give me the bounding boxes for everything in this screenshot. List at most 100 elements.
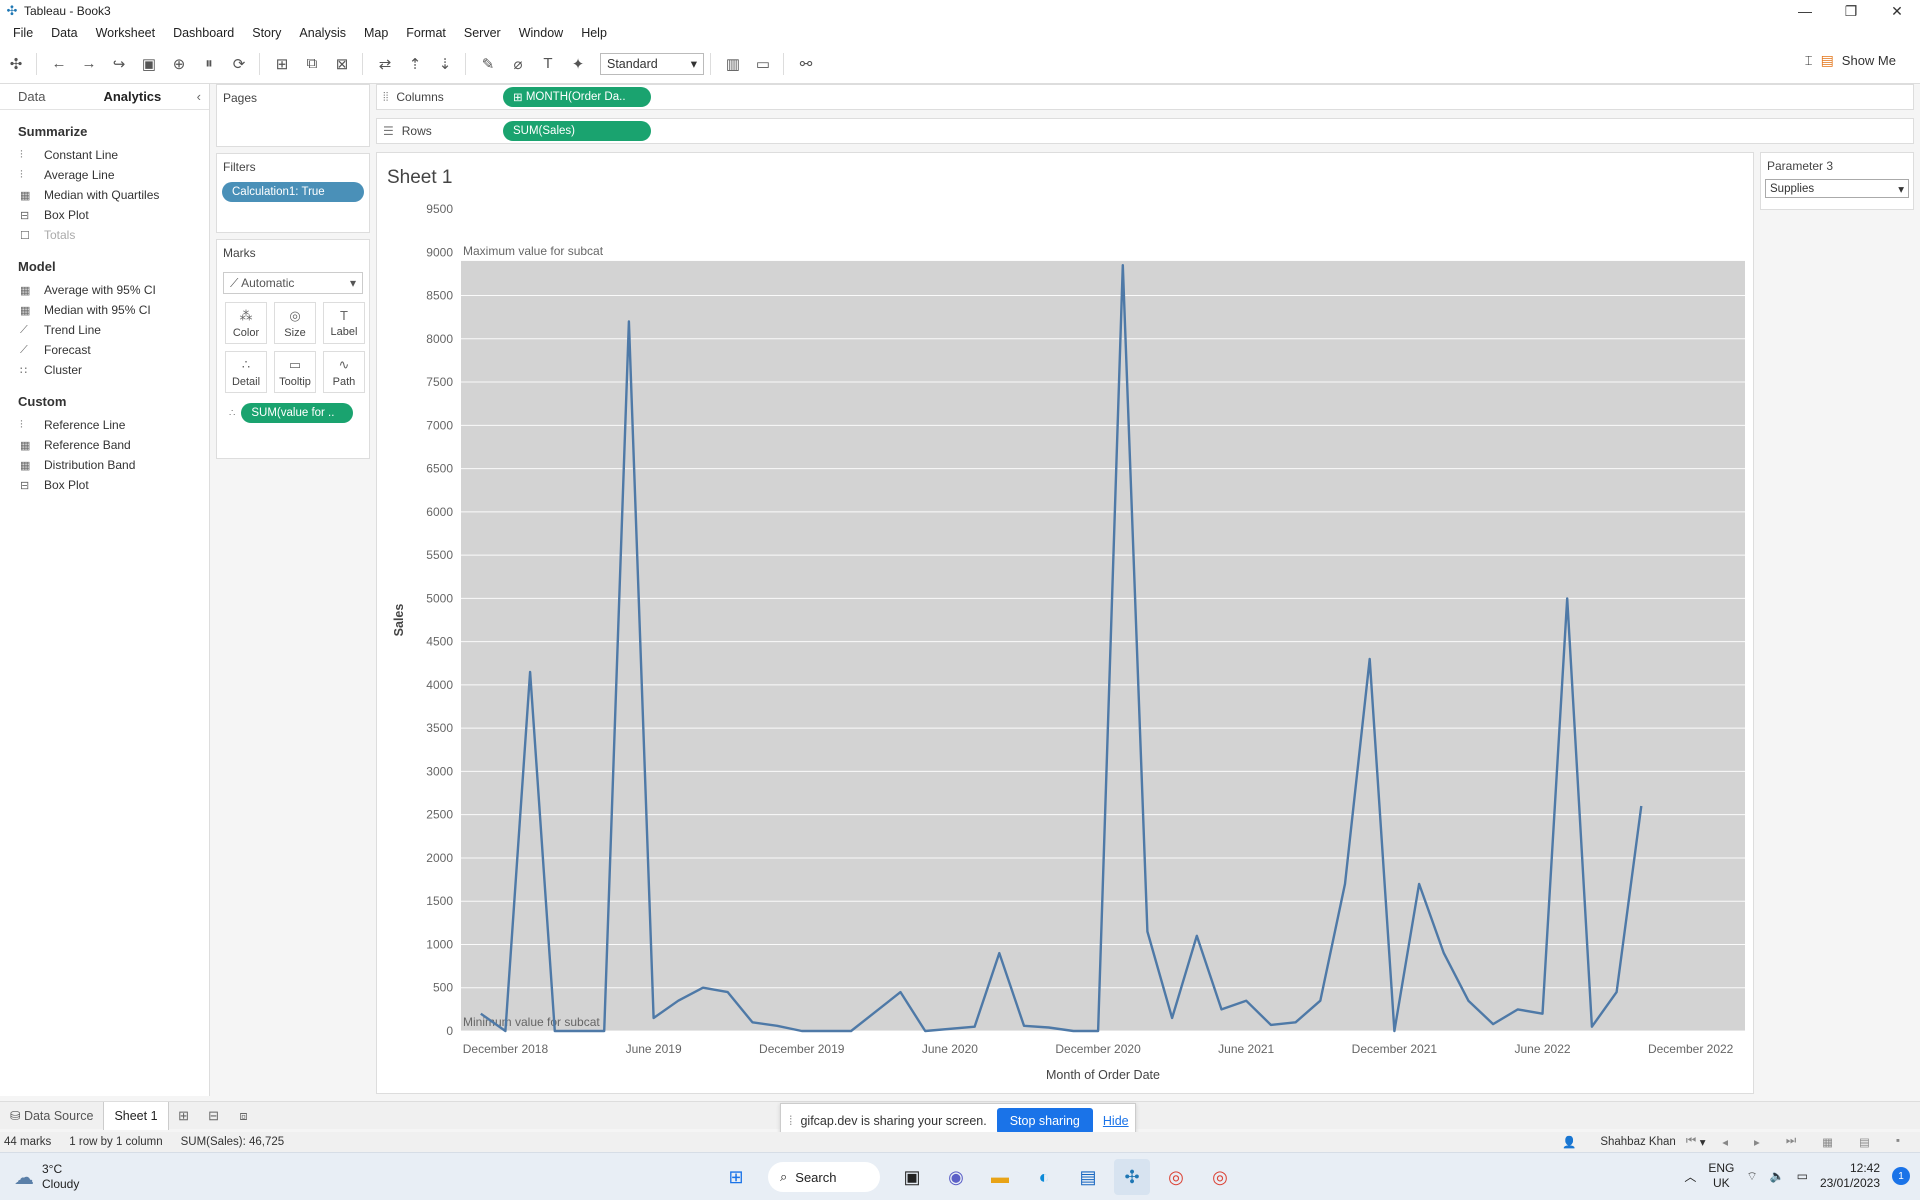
labels-icon[interactable]: T — [534, 50, 562, 78]
undo-icon[interactable]: ← — [45, 50, 73, 78]
new-worksheet-icon[interactable]: ⊞ — [169, 1102, 199, 1130]
marks-path-button[interactable]: ∿ Path — [323, 351, 365, 393]
stop-sharing-button[interactable]: Stop sharing — [996, 1108, 1093, 1134]
sort-descending-icon[interactable]: ⇣ — [431, 50, 459, 78]
prev-sheet-icon[interactable]: ◂ — [1722, 1135, 1728, 1149]
menu-analysis[interactable]: Analysis — [290, 26, 355, 40]
analytics-trend-line[interactable]: ⟋ Trend Line — [0, 320, 209, 340]
restore-icon[interactable]: ❐ — [1828, 0, 1874, 22]
pause-updates-icon[interactable]: ⏸ — [195, 50, 223, 78]
analytics-reference-line[interactable]: ⫶ Reference Line — [0, 415, 209, 435]
collapse-pane-icon[interactable]: ‹ — [197, 89, 201, 104]
first-sheet-icon[interactable]: ⏮ — [1686, 1135, 1696, 1149]
fit-select[interactable]: Standard ▾ — [600, 52, 704, 75]
analytics-box-plot[interactable]: ⊟ Box Plot — [0, 205, 209, 225]
filters-card[interactable]: Filters Calculation1: True — [216, 153, 370, 233]
group-icon[interactable]: ⌀ — [504, 50, 532, 78]
replay-icon[interactable]: ↪ — [105, 50, 133, 78]
task-view-icon[interactable]: ▣ — [894, 1159, 930, 1195]
battery-icon[interactable]: ▭ — [1797, 1169, 1808, 1183]
last-sheet-icon[interactable]: ⏭ — [1786, 1135, 1796, 1149]
clock[interactable]: 12:42 23/01/2023 — [1820, 1161, 1880, 1191]
refresh-icon[interactable]: ⟳ — [225, 50, 253, 78]
menu-story[interactable]: Story — [243, 26, 290, 40]
analytics-median-95ci[interactable]: ▦ Median with 95% CI — [0, 300, 209, 320]
highlight-icon[interactable]: ✎ — [474, 50, 502, 78]
language-indicator[interactable]: ENG UK — [1708, 1161, 1734, 1191]
notification-badge[interactable]: 1 — [1892, 1167, 1910, 1185]
marks-field-pill[interactable]: SUM(value for .. — [241, 403, 354, 423]
line-chart[interactable]: 0 500 1000 1500 2000 2500 3000 3500 4000 4500 5000… — [377, 153, 1755, 1095]
sheet-tab[interactable]: Sheet 1 — [103, 1101, 169, 1130]
menu-help[interactable]: Help — [572, 26, 616, 40]
presentation-mode-icon[interactable]: ▭ — [749, 50, 777, 78]
columns-pill[interactable]: ⊞ MONTH(Order Da.. — [503, 87, 651, 107]
new-worksheet-icon[interactable]: ⊞ — [268, 50, 296, 78]
analytics-constant-line[interactable]: ⫶ Constant Line — [0, 145, 209, 165]
menu-server[interactable]: Server — [455, 26, 510, 40]
rows-pill[interactable]: SUM(Sales) — [503, 121, 651, 141]
volume-icon[interactable]: 🔈 — [1770, 1169, 1785, 1183]
analytics-average-line[interactable]: ⫶ Average Line — [0, 165, 209, 185]
data-source-tab[interactable]: ⛁ Data Source — [0, 1102, 103, 1130]
tab-data[interactable]: Data — [0, 84, 63, 110]
redo-icon[interactable]: → — [75, 50, 103, 78]
show-hidden-icons-icon[interactable]: ︿ — [1684, 1168, 1696, 1185]
marks-color-button[interactable]: ⁂ Color — [225, 302, 267, 344]
menu-format[interactable]: Format — [397, 26, 455, 40]
analytics-distribution-band[interactable]: ▦ Distribution Band — [0, 455, 209, 475]
show-cards-icon[interactable]: ▥ — [719, 50, 747, 78]
format-painter-icon[interactable]: ⌶ — [1805, 53, 1813, 69]
new-data-source-icon[interactable]: ⊕ — [165, 50, 193, 78]
close-icon[interactable]: ✕ — [1874, 0, 1920, 22]
analytics-custom-box-plot[interactable]: ⊟ Box Plot — [0, 475, 209, 495]
tableau-app-icon[interactable]: ✣ — [1114, 1159, 1150, 1195]
marks-size-button[interactable]: ◎ Size — [274, 302, 316, 344]
analytics-average-95ci[interactable]: ▦ Average with 95% CI — [0, 280, 209, 300]
save-icon[interactable]: ▣ — [135, 50, 163, 78]
analytics-cluster[interactable]: ∷ Cluster — [0, 360, 209, 380]
share-icon[interactable]: ⚯ — [792, 50, 820, 78]
hide-link[interactable]: Hide — [1103, 1114, 1129, 1128]
parameter-select[interactable]: Supplies ▾ — [1765, 179, 1909, 198]
duplicate-sheet-icon[interactable]: ⧉ — [298, 50, 326, 78]
tabs-view-icon[interactable]: ▪ — [1896, 1135, 1900, 1149]
filter-pill[interactable]: Calculation1: True — [222, 182, 364, 202]
chrome-icon[interactable]: ◎ — [1158, 1159, 1194, 1195]
grid-view-icon[interactable]: ▦ — [1822, 1135, 1833, 1149]
file-explorer-icon[interactable]: ▬ — [982, 1159, 1018, 1195]
filmstrip-view-icon[interactable]: ▤ — [1859, 1135, 1870, 1149]
teams-chat-icon[interactable]: ◉ — [938, 1159, 974, 1195]
columns-shelf[interactable]: ⦙⦙ Columns ⊞ MONTH(Order Da.. — [376, 84, 1914, 110]
drag-handle-icon[interactable]: ⁞ — [789, 1114, 792, 1128]
new-dashboard-icon[interactable]: ⊟ — [199, 1102, 229, 1130]
menu-map[interactable]: Map — [355, 26, 397, 40]
show-me-button[interactable]: ⌶ ▤ Show Me — [1805, 52, 1896, 69]
taskbar-search[interactable]: ⌕ Search — [768, 1162, 880, 1192]
menu-file[interactable]: File — [4, 26, 42, 40]
mark-type-select[interactable]: ⟋ Automatic ▾ — [223, 272, 363, 294]
wifi-icon[interactable]: ⌔ — [1746, 1169, 1757, 1184]
tab-analytics[interactable]: Analytics — [63, 84, 179, 110]
menu-data[interactable]: Data — [42, 26, 86, 40]
analytics-forecast[interactable]: ⟋ Forecast — [0, 340, 209, 360]
marks-label-button[interactable]: T Label — [323, 302, 365, 344]
microsoft-store-icon[interactable]: ▤ — [1070, 1159, 1106, 1195]
weather-widget[interactable]: ☁ 3°C Cloudy — [14, 1162, 79, 1192]
swap-icon[interactable]: ⇄ — [371, 50, 399, 78]
pages-card[interactable]: Pages — [216, 84, 370, 147]
analytics-median-quartiles[interactable]: ▦ Median with Quartiles — [0, 185, 209, 205]
menu-worksheet[interactable]: Worksheet — [87, 26, 165, 40]
windows-start-icon[interactable]: ⊞ — [718, 1159, 754, 1195]
next-sheet-icon[interactable]: ▸ — [1754, 1135, 1760, 1149]
rows-shelf[interactable]: ☰ Rows SUM(Sales) — [376, 118, 1914, 144]
sort-ascending-icon[interactable]: ⇡ — [401, 50, 429, 78]
marks-detail-button[interactable]: ∴ Detail — [225, 351, 267, 393]
analytics-reference-band[interactable]: ▦ Reference Band — [0, 435, 209, 455]
edge-browser-icon[interactable]: ◐ — [1026, 1159, 1062, 1195]
minimize-icon[interactable]: — — [1782, 0, 1828, 22]
new-story-icon[interactable]: ⧈ — [229, 1102, 259, 1130]
pin-icon[interactable]: ✦ — [564, 50, 592, 78]
tableau-home-icon[interactable]: ✣ — [2, 50, 30, 78]
clear-sheet-icon[interactable]: ⊠ — [328, 50, 356, 78]
